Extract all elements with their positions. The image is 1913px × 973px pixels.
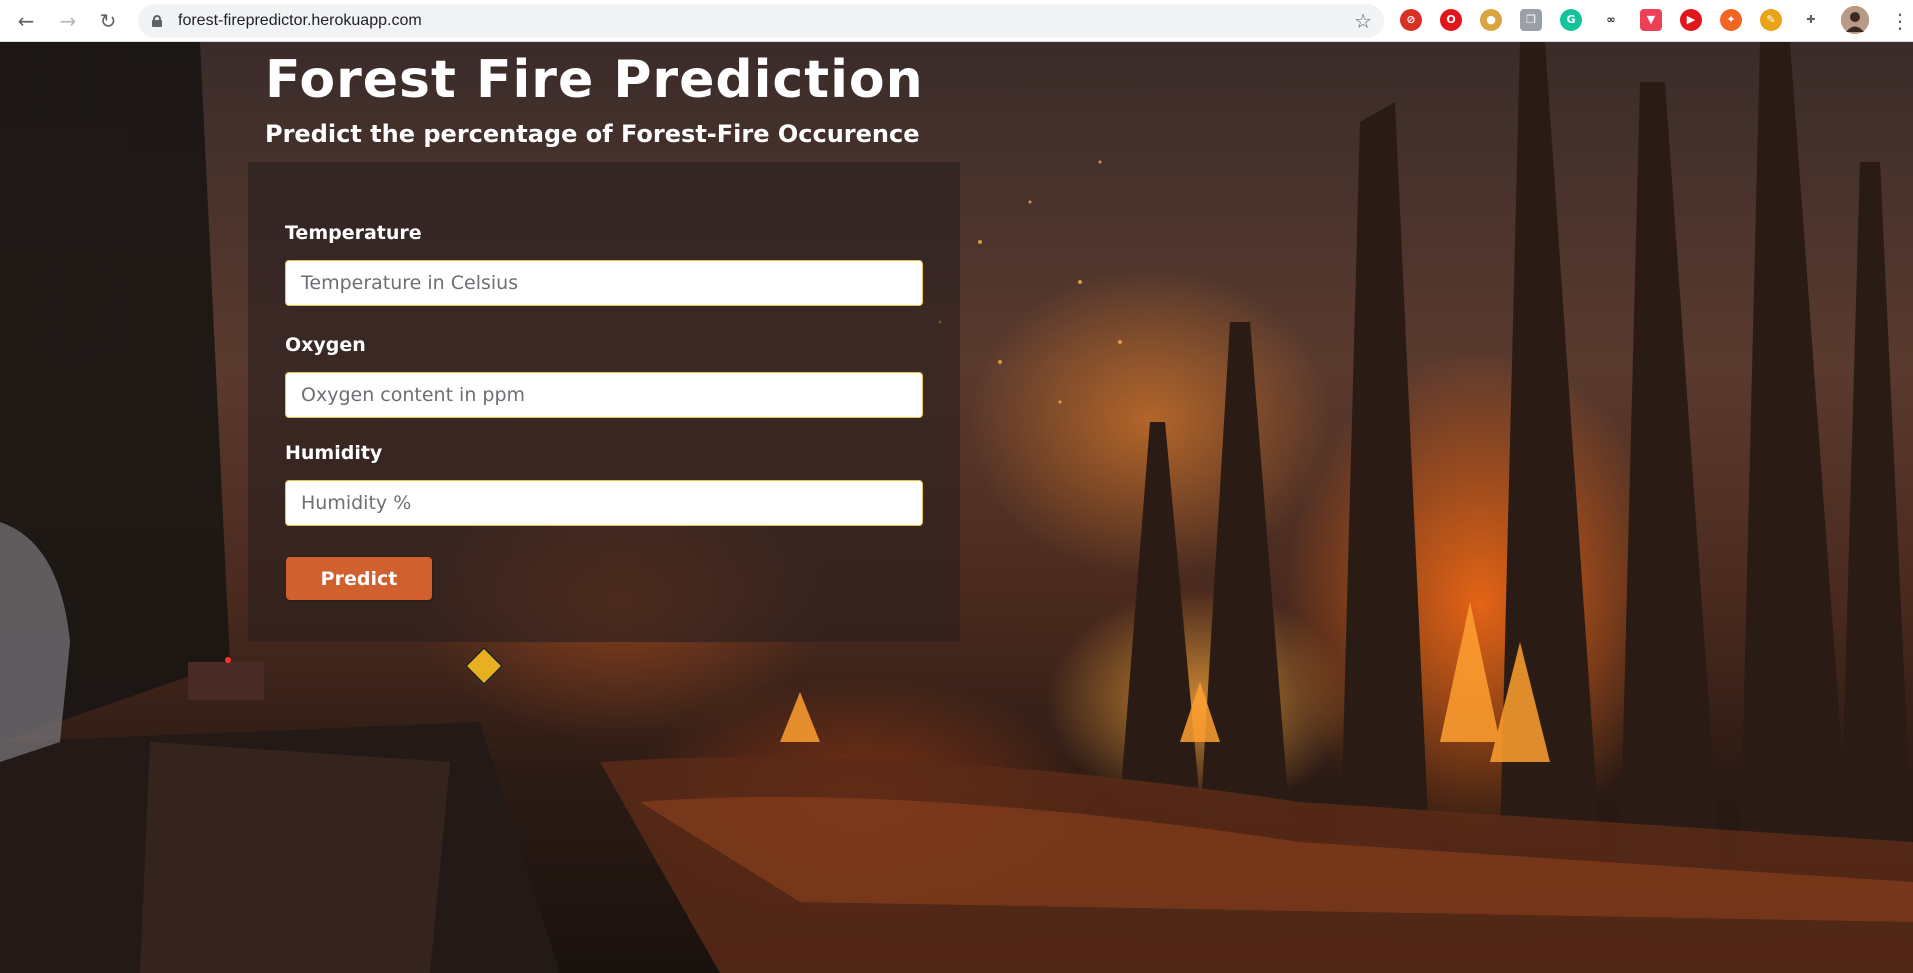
forward-arrow-icon[interactable]: → [54,7,82,35]
profile-avatar[interactable] [1841,6,1869,34]
humidity-input[interactable] [285,480,923,526]
page-body: Forest Fire Prediction Predict the perce… [0,42,1913,973]
copy-extension-icon[interactable]: ❐ [1520,9,1542,31]
temperature-input[interactable] [285,260,923,306]
reload-icon[interactable]: ↻ [94,7,122,35]
flame-extension-icon[interactable]: ✦ [1720,9,1742,31]
puzzle-extensions-icon[interactable]: ✚ [1800,9,1822,31]
translate-extension-icon[interactable]: ✎ [1760,9,1782,31]
address-bar[interactable]: forest-firepredictor.herokuapp.com ☆ [138,4,1384,38]
temperature-label: Temperature [285,222,422,244]
browser-toolbar: ← → ↻ forest-firepredictor.herokuapp.com… [0,0,1913,42]
browser-menu-icon[interactable]: ⋮ [1890,7,1910,35]
bookmark-star-icon[interactable]: ☆ [1354,4,1372,38]
page-title: Forest Fire Prediction [265,50,924,110]
predict-button[interactable]: Predict [286,557,432,600]
lock-icon[interactable] [152,15,162,27]
pocket-extension-icon[interactable]: ▼ [1640,9,1662,31]
humidity-label: Humidity [285,442,383,464]
avatar-icon [1841,6,1869,34]
oxygen-input[interactable] [285,372,923,418]
page-subtitle: Predict the percentage of Forest-Fire Oc… [265,120,920,148]
grammarly-extension-icon[interactable]: G [1560,9,1582,31]
youtube-extension-icon[interactable]: ▶ [1680,9,1702,31]
eye-slash-extension-icon[interactable]: ⊘ [1400,9,1422,31]
link-extension-icon[interactable]: ∞ [1600,9,1622,31]
oxygen-label: Oxygen [285,334,366,356]
back-arrow-icon[interactable]: ← [12,7,40,35]
opera-extension-icon[interactable]: O [1440,9,1462,31]
url-text[interactable]: forest-firepredictor.herokuapp.com [178,4,422,38]
cookie-extension-icon[interactable]: ● [1480,9,1502,31]
